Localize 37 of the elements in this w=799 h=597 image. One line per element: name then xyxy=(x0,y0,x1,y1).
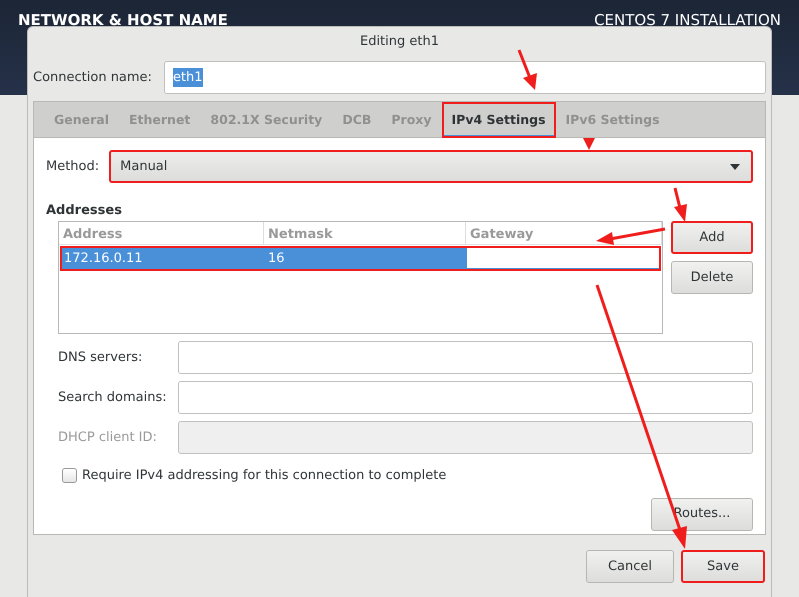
field-label: Connection name: xyxy=(33,68,152,87)
tab[interactable]: General xyxy=(44,102,119,138)
field-label: DHCP client ID: xyxy=(58,428,158,447)
table-cell: 172.16.0.11 xyxy=(60,246,264,269)
connection-name-field[interactable]: eth1 xyxy=(164,61,766,94)
field-label: Search domains: xyxy=(58,388,168,407)
annotation-arrow xyxy=(596,228,666,245)
text-field[interactable] xyxy=(178,381,753,414)
method-dropdown[interactable]: Manual xyxy=(109,150,753,183)
annotation-arrow xyxy=(583,138,595,150)
tab[interactable]: Proxy xyxy=(381,102,442,138)
checkbox[interactable] xyxy=(62,468,77,484)
tab[interactable]: IPv6 Settings xyxy=(556,102,670,138)
dialog-button[interactable]: Cancel xyxy=(586,550,674,583)
annotation-arrow xyxy=(518,49,537,90)
table-button[interactable]: Add xyxy=(671,221,753,254)
gateway-edit-field[interactable] xyxy=(466,246,661,269)
table-row[interactable]: 172.16.0.11 16 xyxy=(60,246,661,271)
product-title: CENTOS 7 INSTALLATION xyxy=(594,10,781,30)
column-header[interactable]: Netmask xyxy=(264,222,466,244)
column-header[interactable]: Address xyxy=(59,222,264,244)
screen-title: NETWORK & HOST NAME xyxy=(18,10,228,30)
table-button[interactable]: Delete xyxy=(671,261,753,294)
checkbox-label: Require IPv4 addressing for this connection to complete xyxy=(82,467,446,485)
dialog-button[interactable]: Save xyxy=(681,550,765,583)
tab[interactable]: Ethernet xyxy=(119,102,200,138)
field-label: Method: xyxy=(46,158,100,176)
tab[interactable]: DCB xyxy=(332,102,382,138)
caret-icon xyxy=(730,164,740,170)
dialog-title: Editing eth1 xyxy=(358,33,440,51)
text-field[interactable] xyxy=(178,341,753,374)
table-cell: 16 xyxy=(264,246,466,269)
annotation-arrow xyxy=(674,188,687,222)
tab[interactable]: IPv4 Settings xyxy=(442,102,556,138)
tab[interactable]: 802.1X Security xyxy=(200,102,332,138)
field-label: DNS servers: xyxy=(58,348,144,367)
section-heading: Addresses xyxy=(46,202,122,220)
